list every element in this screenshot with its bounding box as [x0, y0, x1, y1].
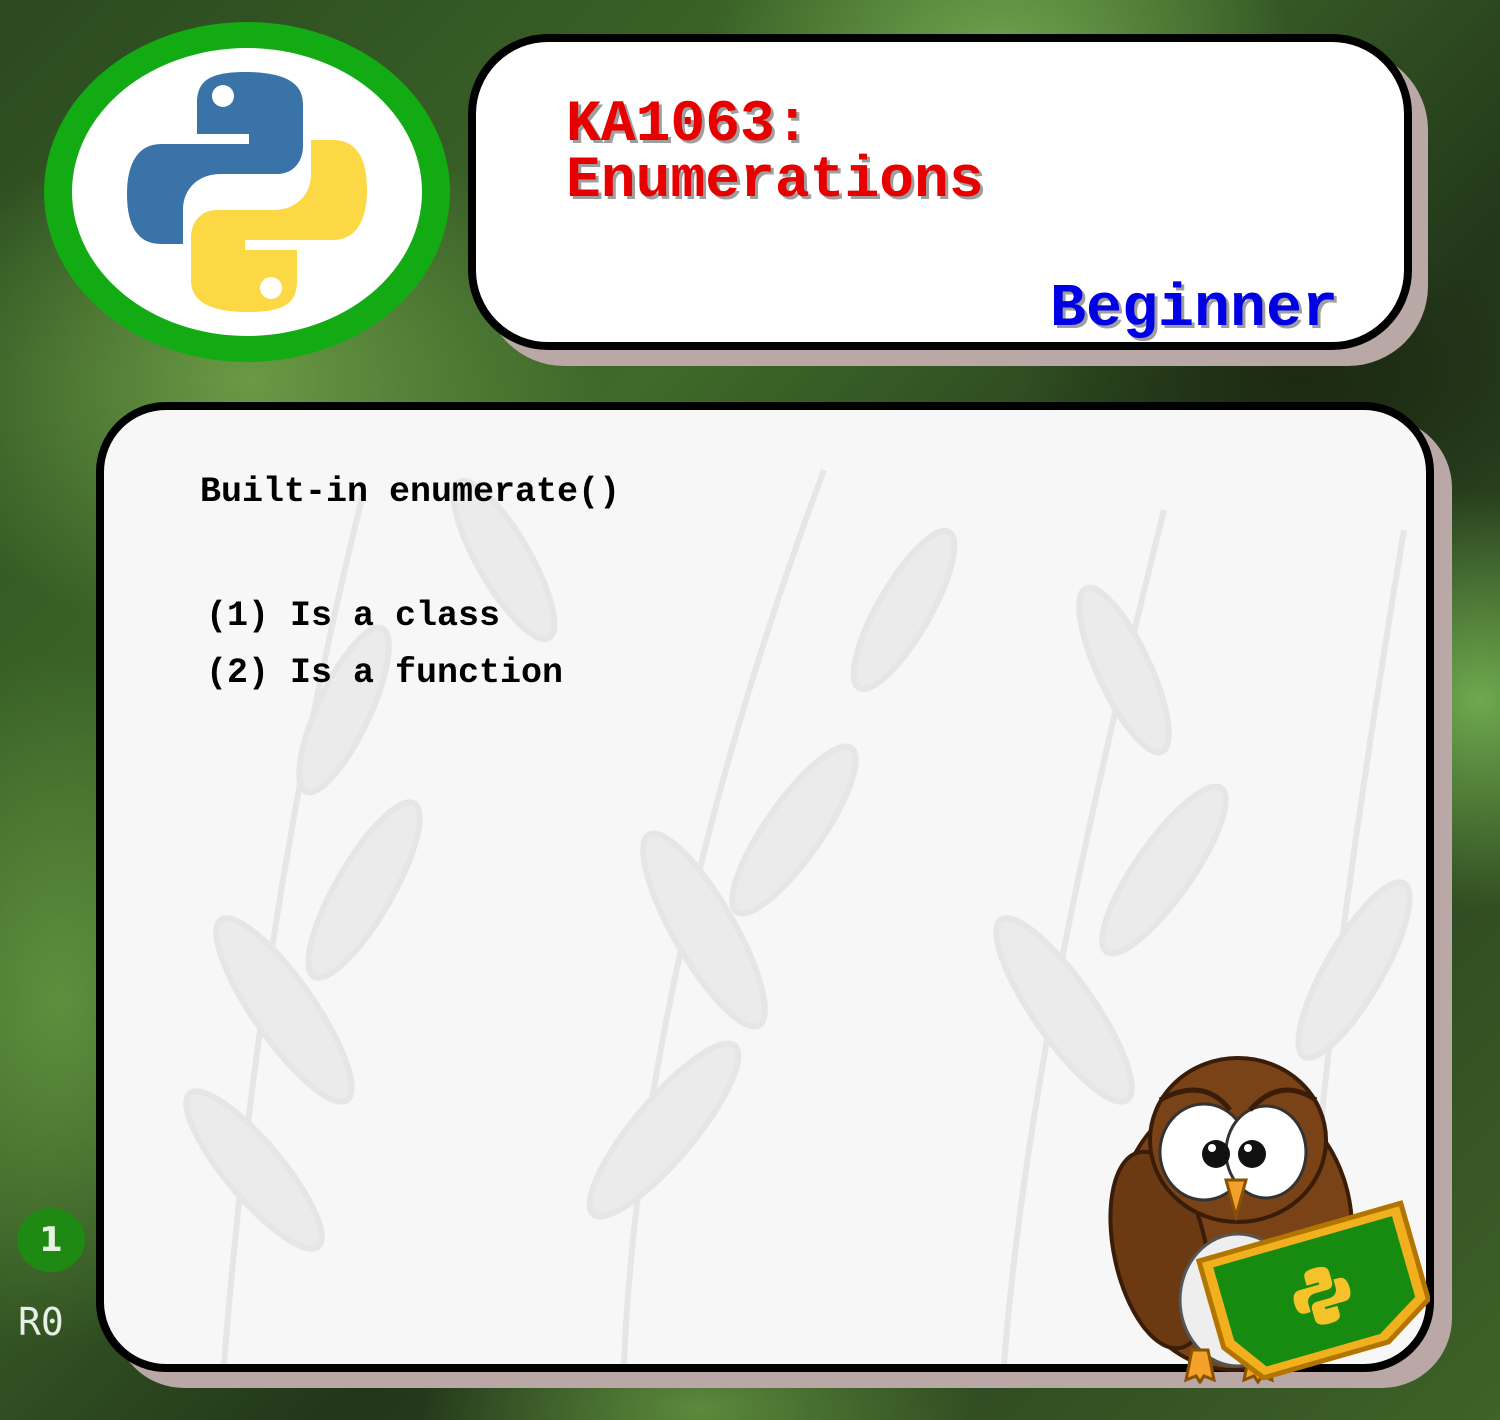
python-logo-icon	[127, 72, 367, 312]
lesson-topic: Enumerations	[566, 149, 984, 214]
title-card: KA1063: Enumerations Beginner	[468, 34, 1412, 350]
python-logo-badge	[44, 22, 450, 362]
question-text: Built-in enumerate()	[200, 472, 621, 512]
page-number-badge: 1	[17, 1208, 85, 1272]
answer-option[interactable]: (1) Is a class	[206, 588, 563, 645]
python-logo-background	[72, 48, 422, 336]
answer-options: (1) Is a class (2) Is a function	[206, 588, 563, 702]
owl-mascot	[1108, 1056, 1430, 1385]
lesson-title: KA1063: Enumerations	[566, 97, 984, 211]
revision-label: R0	[18, 1300, 64, 1344]
answer-option[interactable]: (2) Is a function	[206, 645, 563, 702]
difficulty-level: Beginner	[1049, 276, 1338, 344]
